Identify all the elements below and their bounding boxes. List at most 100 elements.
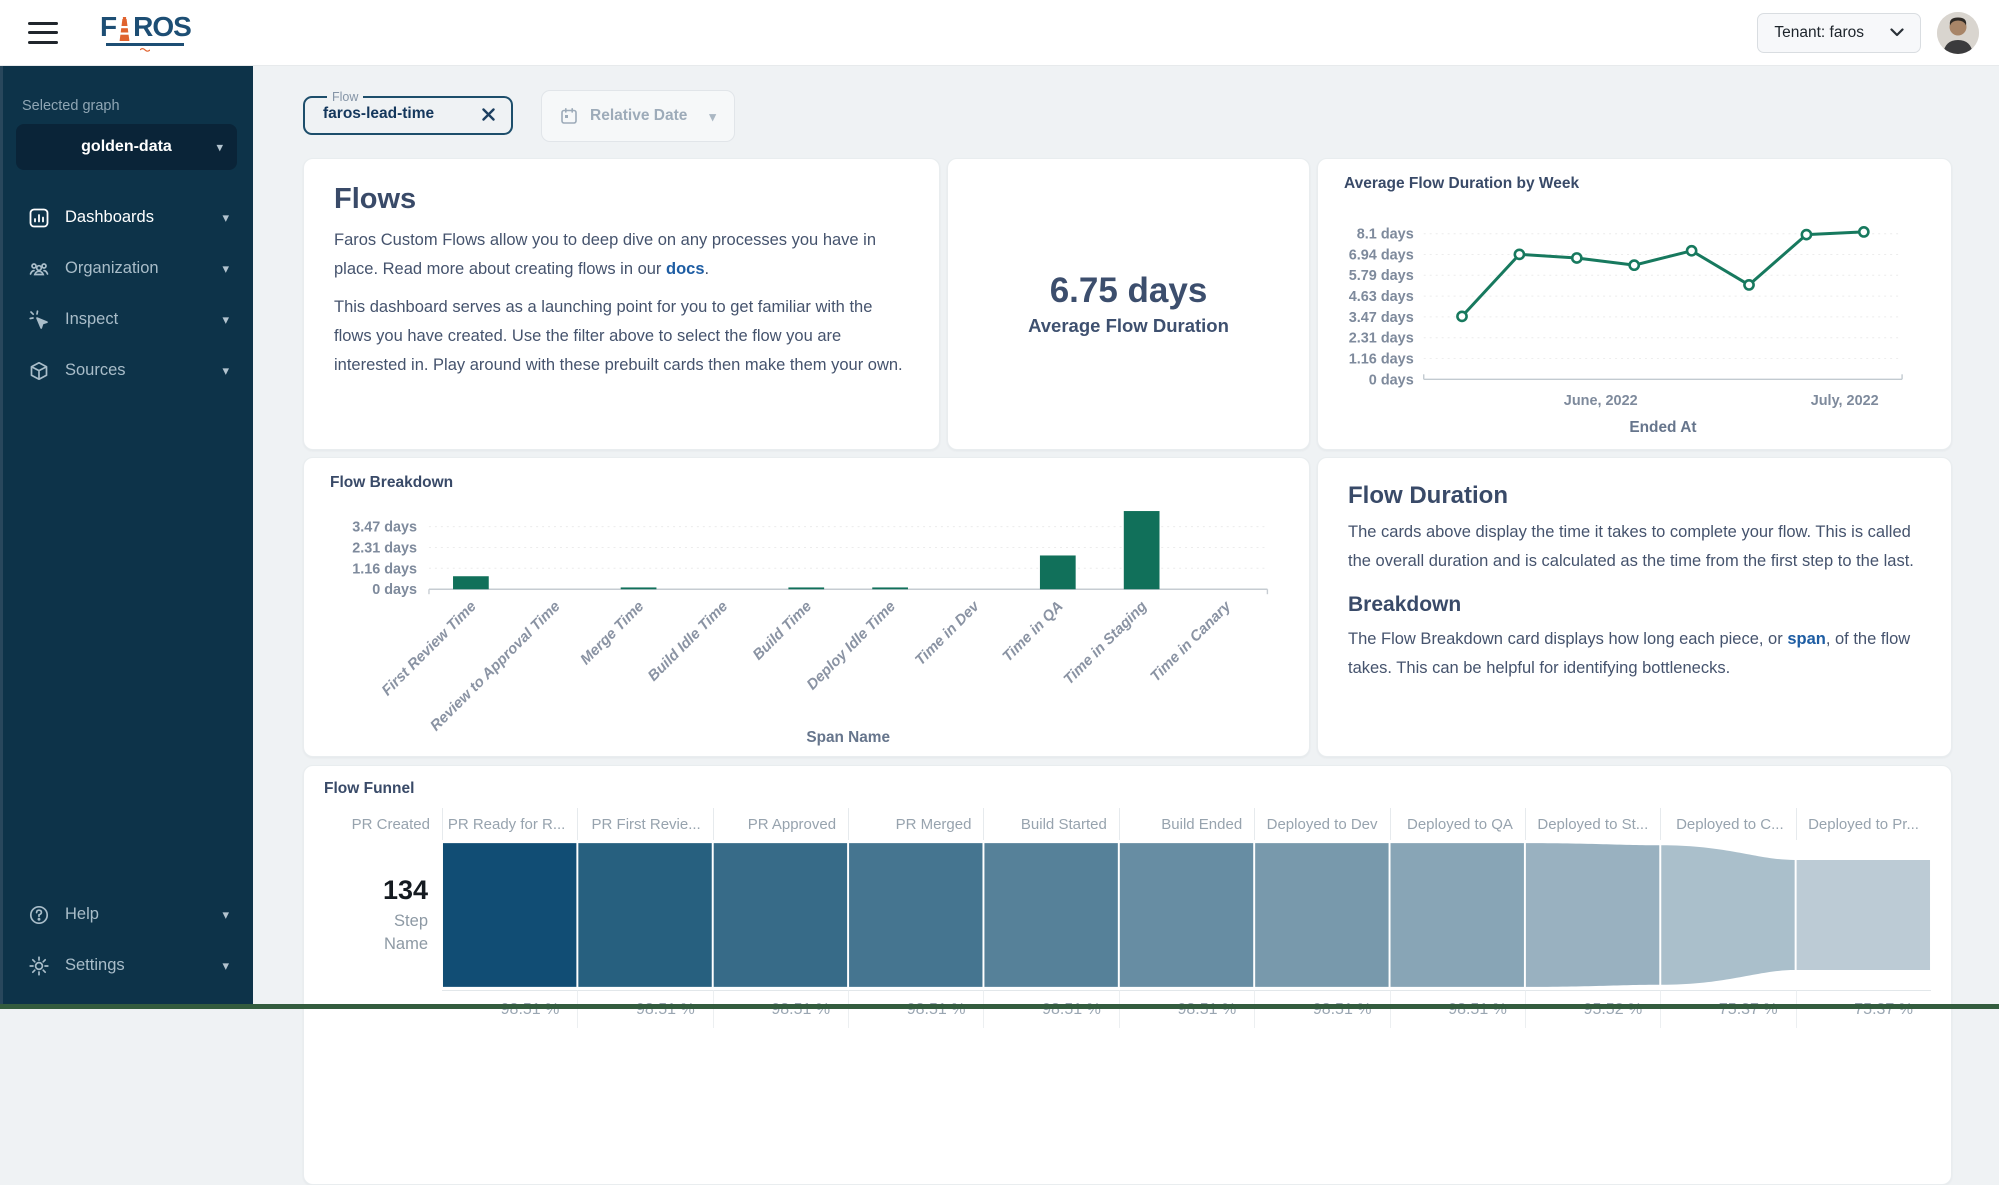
flow-filter-legend: Flow [327,90,363,104]
svg-text:0 days: 0 days [1369,372,1414,388]
stat-label: Average Flow Duration [1028,315,1229,337]
faros-logo[interactable]: F ROS [100,13,191,52]
funnel-step-header: PR First Revie... [577,808,712,840]
sidebar-item-label: Sources [65,361,222,380]
svg-text:3.47 days: 3.47 days [352,520,417,536]
funnel-step-pct: 98.51 % [1254,990,1389,1028]
main-content: Flow faros-lead-time Relative Date ▾ Flo… [253,66,1999,1009]
chevron-down-icon: ▾ [222,959,229,972]
topbar: F ROS Tenant: faros [0,0,1999,66]
funnel-step-pct: 75.37 % [1796,990,1931,1028]
sidebar-item-label: Inspect [65,310,222,329]
svg-text:Span Name: Span Name [806,729,890,746]
funnel-title: Flow Funnel [324,780,1931,798]
funnel-step-pct: 98.51 % [577,990,712,1028]
docs-link[interactable]: docs [666,260,705,278]
svg-text:2.31 days: 2.31 days [352,540,417,556]
funnel-step-header: Build Ended [1119,808,1254,840]
gear-icon [28,955,50,977]
avatar[interactable] [1937,12,1979,54]
svg-text:Time in Canary: Time in Canary [1148,598,1235,685]
svg-text:2.31 days: 2.31 days [1349,331,1414,347]
tenant-select[interactable]: Tenant: faros [1757,13,1921,53]
svg-text:Time in Dev: Time in Dev [913,598,984,669]
sidebar: Selected graph golden-data ▾ Dashboards … [0,66,253,1009]
funnel-step-header: Deployed to QA [1390,808,1525,840]
paragraph-text: Faros Custom Flows allow you to deep div… [334,231,876,278]
breakdown-paragraph: The Flow Breakdown card displays how lon… [1348,625,1921,684]
flows-card-paragraph-2: This dashboard serves as a launching poi… [334,293,909,381]
flow-breakdown-card: Flow Breakdown 3.47 days2.31 days1.16 da… [303,457,1310,757]
hamburger-menu-icon[interactable] [28,22,58,44]
funnel-step-header: Deployed to Dev [1254,808,1389,840]
close-icon[interactable] [482,108,495,121]
avg-flow-duration-by-week-card: Average Flow Duration by Week 8.1 days 6.… [1317,158,1952,450]
sidebar-item-sources[interactable]: Sources ▾ [0,345,253,396]
chevron-down-icon: ▾ [222,908,229,921]
svg-text:Time in QA: Time in QA [1000,599,1067,666]
funnel-step-header: Deployed to St... [1525,808,1660,840]
bar-chart-icon [28,207,50,229]
funnel-step-header: Build Started [983,808,1118,840]
sidebar-item-label: Organization [65,259,222,278]
bar-chart: 3.47 days2.31 days1.16 days0 daysFirst R… [330,492,1287,748]
chevron-down-icon: ▾ [222,364,229,377]
line-chart-title: Average Flow Duration by Week [1344,175,1929,193]
svg-text:June, 2022: June, 2022 [1564,393,1638,409]
funnel-step-pct: 95.52 % [1525,990,1660,1028]
graph-name: golden-data [81,138,172,156]
line-chart: 8.1 days 6.94 days 5.79 days 4.63 days 3.47 … [1344,193,1929,441]
svg-text:Ended At: Ended At [1629,419,1696,436]
bottom-green-strip [0,1004,1999,1009]
graph-select[interactable]: golden-data ▾ [16,124,237,170]
funnel-step-header: Deployed to C... [1660,808,1795,840]
funnel-body: 134 Step Name [324,840,1931,990]
chevron-down-icon: ▾ [222,211,229,224]
logo-letter-f: F [100,13,116,41]
flow-filter-value: faros-lead-time [323,105,434,123]
funnel-step-pct: 98.51 % [848,990,983,1028]
sidebar-item-inspect[interactable]: Inspect ▾ [0,294,253,345]
funnel-percent-row: 98.51 %98.51 %98.51 %98.51 %98.51 %98.51… [324,990,1931,1028]
logo-wave-icon [140,47,150,52]
sidebar-item-dashboards[interactable]: Dashboards ▾ [0,192,253,243]
paragraph-text: The Flow Breakdown card displays how lon… [1348,630,1787,648]
tenant-label: Tenant: faros [1774,24,1864,42]
funnel-step-pct: 75.37 % [1660,990,1795,1028]
funnel-step-header: PR Approved [713,808,848,840]
svg-text:6.94 days: 6.94 days [1349,248,1414,264]
paragraph-text: . [705,260,710,278]
funnel-step-pct [324,990,442,1028]
funnel-start-count: 134 [383,875,428,906]
sidebar-item-help[interactable]: Help ▾ [0,889,253,940]
people-icon [28,258,50,280]
relative-date-filter[interactable]: Relative Date ▾ [541,90,735,142]
svg-text:8.1 days: 8.1 days [1357,227,1414,243]
svg-text:0 days: 0 days [372,582,417,598]
svg-text:Time in Staging: Time in Staging [1061,599,1150,688]
funnel-step-header: PR Merged [848,808,983,840]
flows-card-title: Flows [334,183,909,216]
svg-text:1.16 days: 1.16 days [1349,351,1414,367]
sidebar-item-organization[interactable]: Organization ▾ [0,243,253,294]
svg-text:3.47 days: 3.47 days [1349,310,1414,326]
funnel-step-pct: 98.51 % [983,990,1118,1028]
flows-card-paragraph-1: Faros Custom Flows allow you to deep div… [334,226,909,285]
svg-text:4.63 days: 4.63 days [1349,289,1414,305]
flow-filter-chip[interactable]: Flow faros-lead-time [303,90,513,135]
span-link[interactable]: span [1787,630,1826,648]
funnel-header-row: PR CreatedPR Ready for R...PR First Revi… [324,808,1931,840]
average-flow-duration-card: 6.75 days Average Flow Duration [947,158,1310,450]
funnel-step-pct: 98.51 % [442,990,577,1028]
sources-box-icon [28,360,50,382]
filter-row: Flow faros-lead-time Relative Date ▾ [303,90,1952,142]
logo-letters-ros: ROS [133,13,191,41]
funnel-step-header: Deployed to Pr... [1796,808,1931,840]
svg-text:Build Idle Time: Build Idle Time [645,599,731,685]
sidebar-item-settings[interactable]: Settings ▾ [0,940,253,991]
svg-text:5.79 days: 5.79 days [1349,268,1414,284]
chevron-down-icon: ▾ [709,110,716,123]
funnel-step-pct: 98.51 % [713,990,848,1028]
flow-duration-paragraph: The cards above display the time it take… [1348,518,1921,577]
chevron-down-icon: ▾ [222,313,229,326]
